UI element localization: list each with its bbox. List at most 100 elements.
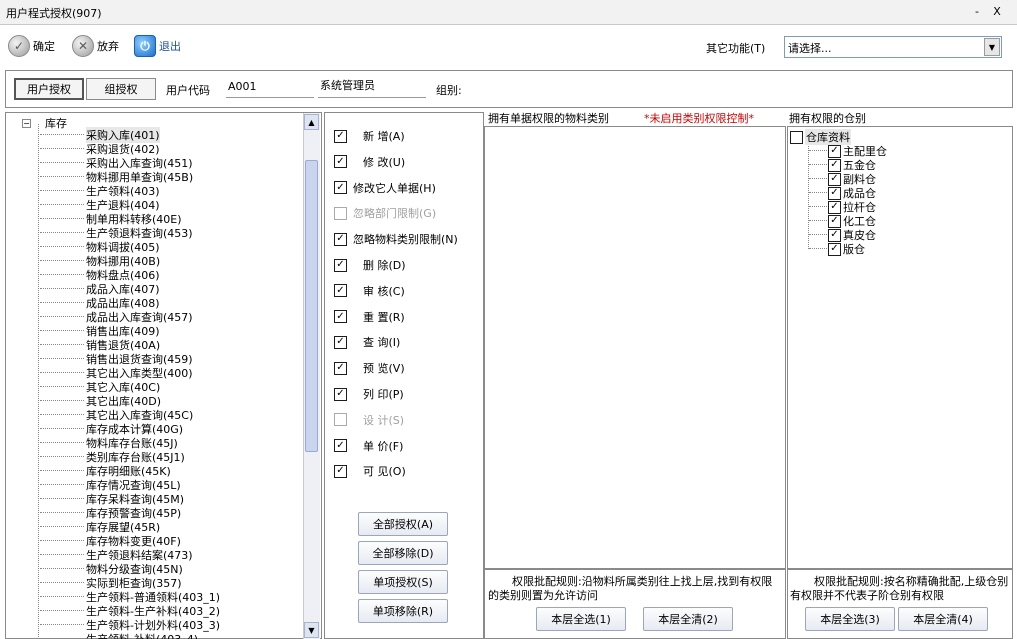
permission-label: 修改它人单据(H) [353, 181, 436, 195]
warehouse-checkbox[interactable]: ✓ [828, 144, 841, 158]
permission-row[interactable]: ✓ 新 增(A) [334, 128, 405, 144]
permission-row[interactable]: ✓ 可 见(O) [334, 463, 406, 479]
tree-item[interactable]: 生产领料-补料(403_4) [86, 631, 198, 639]
tree-branch-line [40, 386, 84, 387]
warehouse-branch-line [809, 234, 827, 235]
tree-branch-line [40, 204, 84, 205]
permission-row[interactable]: ✓ 删 除(D) [334, 257, 406, 273]
permission-checkbox[interactable]: ✓ [334, 439, 347, 453]
tree-branch-line [40, 260, 84, 261]
warehouse-checkbox[interactable]: ✓ [828, 242, 841, 256]
permission-row[interactable]: ✓ 修 改(U) [334, 154, 405, 170]
permission-row[interactable]: ✓ 修改它人单据(H) [334, 180, 436, 196]
tree-branch-line [40, 414, 84, 415]
warehouse-select-all-button[interactable]: 本层全选(3) [805, 607, 895, 631]
warehouse-clear-all-button[interactable]: 本层全清(4) [898, 607, 988, 631]
permission-label: 修 改(U) [363, 155, 406, 169]
warehouse-item[interactable]: ✓ 版仓 [828, 241, 865, 257]
permission-row[interactable]: 忽略部门限制(G) [334, 205, 436, 221]
warehouse-branch-line [809, 164, 827, 165]
tab-group-authorization[interactable]: 组授权 [86, 78, 156, 100]
minimize-button[interactable]: - [970, 5, 984, 19]
tree-branch-line [40, 358, 84, 359]
tab-user-authorization[interactable]: 用户授权 [14, 78, 84, 100]
permission-row[interactable]: 设 计(S) [334, 412, 404, 428]
scroll-down-icon[interactable]: ▼ [304, 622, 319, 638]
tree-branch-line [40, 554, 84, 555]
permission-checkbox[interactable] [334, 413, 347, 427]
permission-checkbox[interactable]: ✓ [334, 232, 347, 246]
warehouse-branch-line [809, 220, 827, 221]
warehouse-checkbox[interactable]: ✓ [828, 200, 841, 214]
usercode-field[interactable]: A001 [228, 80, 257, 93]
remove-all-button[interactable]: 全部移除(D) [358, 541, 448, 565]
warehouse-root-checkbox[interactable] [790, 130, 803, 144]
tree-branch-line [40, 512, 84, 513]
grant-one-button[interactable]: 单项授权(S) [358, 570, 448, 594]
material-clear-all-button[interactable]: 本层全清(2) [643, 607, 733, 631]
warehouse-branch-line [809, 150, 827, 151]
material-select-all-button[interactable]: 本层全选(1) [536, 607, 626, 631]
discard-button[interactable]: ✕ 放弃 [72, 34, 119, 58]
permission-checkbox[interactable]: ✓ [334, 129, 347, 143]
tree-branch-line [40, 274, 84, 275]
permission-row[interactable]: ✓ 重 置(R) [334, 309, 405, 325]
permission-label: 查 询(I) [363, 336, 401, 350]
permission-checkbox[interactable]: ✓ [334, 181, 347, 195]
checkmark-icon: ✓ [8, 35, 30, 57]
tree-branch-line [40, 484, 84, 485]
tree-branch-line [40, 190, 84, 191]
warehouse-checkbox[interactable]: ✓ [828, 214, 841, 228]
permission-checkbox[interactable]: ✓ [334, 387, 347, 401]
warehouse-label: 版仓 [843, 243, 865, 256]
tree-branch-line [40, 582, 84, 583]
remove-one-button[interactable]: 单项移除(R) [358, 599, 448, 623]
permission-row[interactable]: ✓ 预 览(V) [334, 360, 405, 376]
scroll-up-icon[interactable]: ▲ [304, 114, 319, 130]
tree-branch-line [40, 568, 84, 569]
permission-label: 忽略物料类别限制(N) [353, 233, 458, 247]
warehouse-checkbox[interactable]: ✓ [828, 228, 841, 242]
permission-checkbox[interactable]: ✓ [334, 284, 347, 298]
permission-checkbox[interactable]: ✓ [334, 155, 347, 169]
permission-label: 可 见(O) [363, 465, 406, 479]
material-rule-text: 权限批配规则:沿物料所属类别往上找上层,找到有权限的类别则置为允许访问 [488, 575, 773, 602]
permission-checkbox[interactable] [334, 206, 347, 220]
warehouse-checkbox[interactable]: ✓ [828, 186, 841, 200]
tree-branch-line [40, 400, 84, 401]
tree-branch-line [40, 302, 84, 303]
other-functions-select[interactable]: 请选择... ▼ [784, 36, 1002, 58]
tree-branch-line [40, 526, 84, 527]
confirm-button[interactable]: ✓ 确定 [8, 34, 55, 58]
permission-checkbox[interactable]: ✓ [334, 258, 347, 272]
warehouse-branch-line [809, 206, 827, 207]
header-frame [5, 70, 1013, 108]
exit-button[interactable]: ⏻ 退出 [134, 34, 181, 58]
permission-checkbox[interactable]: ✓ [334, 335, 347, 349]
material-category-heading: 拥有单据权限的物料类别 [488, 112, 609, 125]
tree-branch-line [40, 540, 84, 541]
chevron-down-icon[interactable]: ▼ [984, 38, 1000, 56]
permission-checkbox[interactable]: ✓ [334, 361, 347, 375]
permission-row[interactable]: ✓ 单 价(F) [334, 438, 403, 454]
tree-root-inventory[interactable]: − 库存 [22, 115, 67, 131]
close-button[interactable]: X [990, 5, 1004, 19]
permission-row[interactable]: ✓ 忽略物料类别限制(N) [334, 231, 458, 247]
permission-checkbox[interactable]: ✓ [334, 464, 347, 478]
category-control-warning: *未启用类别权限控制* [644, 112, 754, 125]
scrollbar-thumb[interactable] [305, 160, 318, 452]
material-category-list[interactable] [484, 126, 786, 569]
permission-row[interactable]: ✓ 查 询(I) [334, 334, 400, 350]
warehouse-branch-line [809, 192, 827, 193]
collapse-icon[interactable]: − [22, 118, 31, 128]
tree-branch-line [40, 596, 84, 597]
tree-branch-line [40, 162, 84, 163]
warehouse-checkbox[interactable]: ✓ [828, 158, 841, 172]
permission-row[interactable]: ✓ 列 印(P) [334, 386, 404, 402]
permission-label: 设 计(S) [363, 413, 405, 427]
grant-all-button[interactable]: 全部授权(A) [358, 512, 448, 536]
permission-label: 列 印(P) [363, 388, 404, 401]
permission-checkbox[interactable]: ✓ [334, 310, 347, 324]
permission-row[interactable]: ✓ 审 核(C) [334, 283, 405, 299]
warehouse-checkbox[interactable]: ✓ [828, 172, 841, 186]
